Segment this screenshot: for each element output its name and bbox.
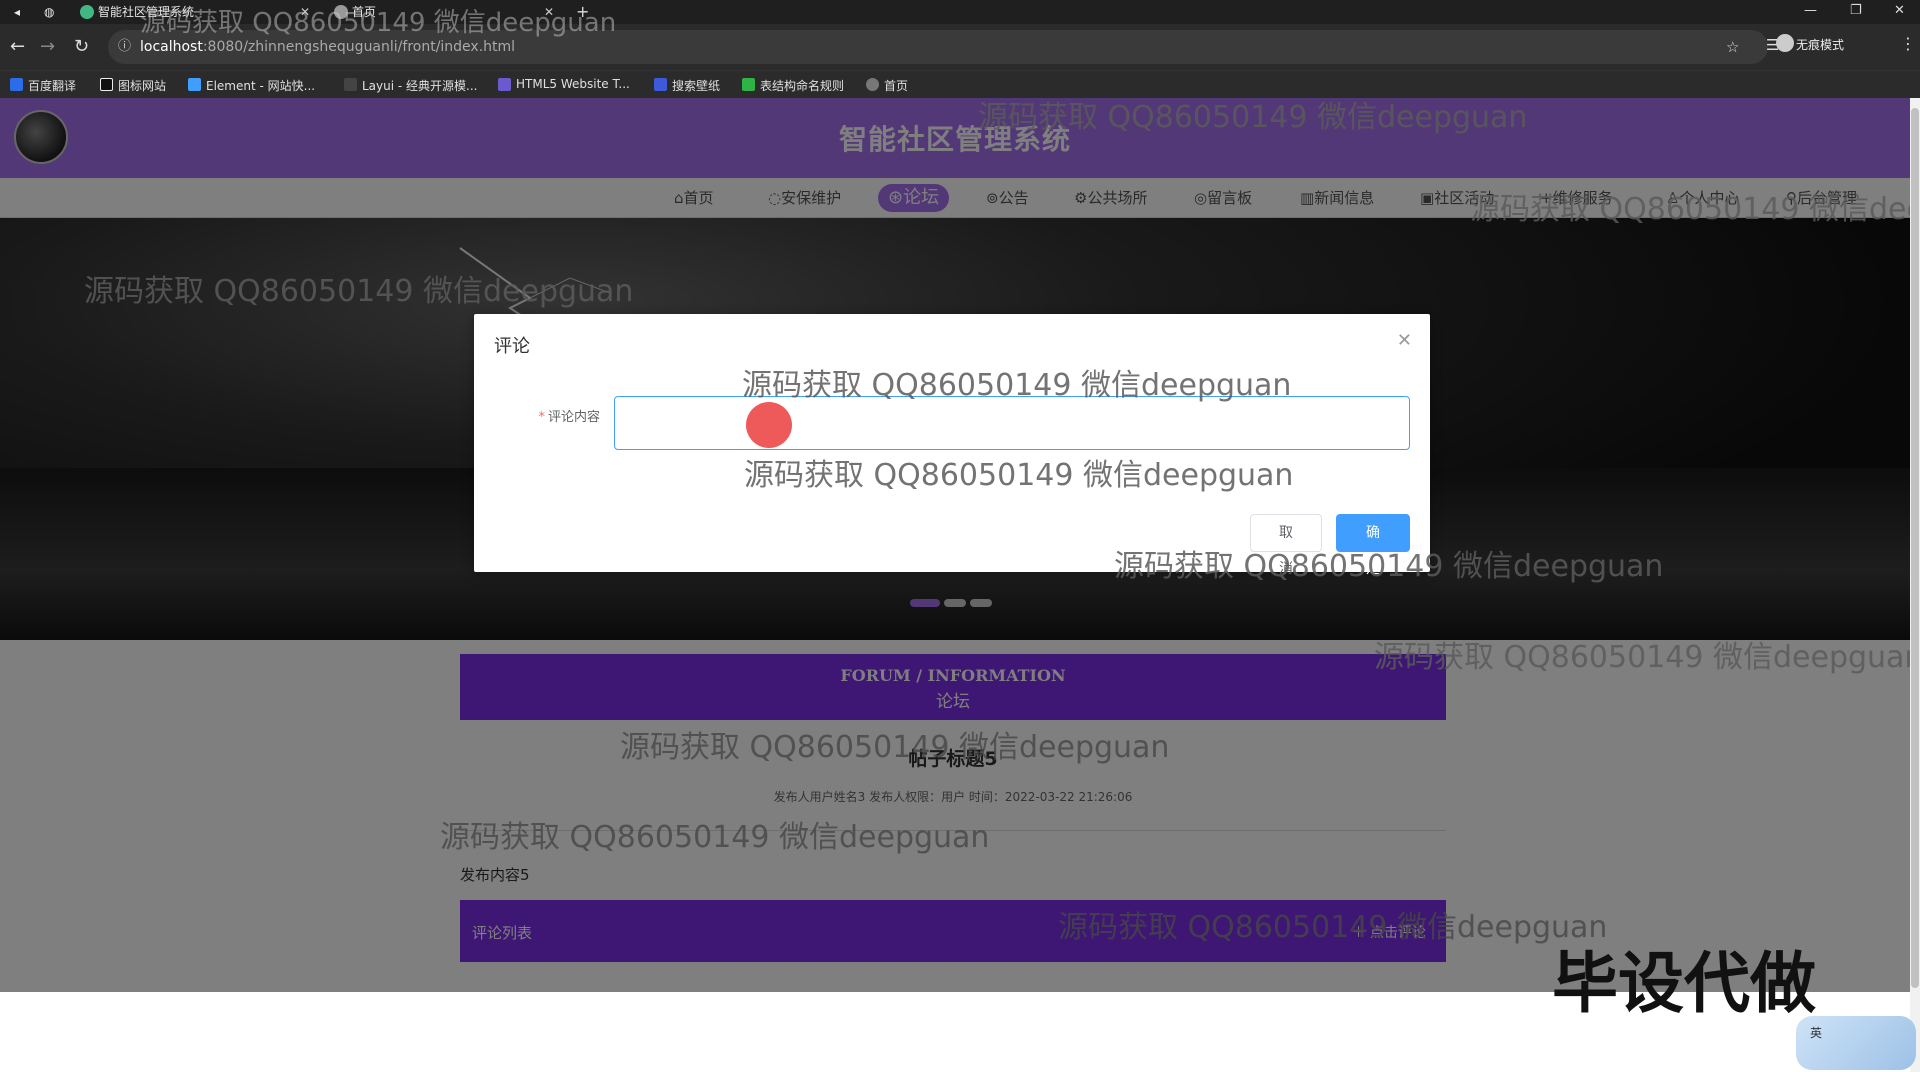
bookmark-item[interactable]: 表结构命名规则 xyxy=(740,77,844,94)
watermark: 源码获取 QQ86050149 微信deepguan xyxy=(742,368,1292,403)
watermark: 源码获取 QQ86050149 微信deepguan xyxy=(440,820,990,855)
comment-field-label: * 评论内容 xyxy=(538,410,600,425)
incognito-label[interactable]: 无痕模式 xyxy=(1796,36,1844,53)
bookmark-item[interactable]: 图标网站 xyxy=(98,77,166,94)
menu-icon[interactable]: ⋮ xyxy=(1900,34,1916,53)
watermark: 源码获取 QQ86050149 微信deepguan xyxy=(978,100,1528,135)
bookmark-item[interactable]: Layui - 经典开源模... xyxy=(342,77,477,94)
watermark: 源码获取 QQ86050149 微信deepguan xyxy=(1058,910,1608,945)
dialog-title: 评论 xyxy=(494,336,530,357)
incognito-icon[interactable] xyxy=(1776,34,1794,52)
click-indicator xyxy=(746,402,792,448)
ime-label: 英 xyxy=(1810,1026,1823,1040)
info-icon[interactable]: ⓘ xyxy=(118,30,131,64)
watermark: 源码获取 QQ86050149 微信deepguan xyxy=(140,8,617,38)
bookmark-item[interactable]: HTML5 Website T... xyxy=(496,77,630,91)
watermark: 源码获取 QQ86050149 微信deepguan xyxy=(1374,640,1910,675)
minimize-icon[interactable]: — xyxy=(1804,0,1817,22)
watermark: 源码获取 QQ86050149 微信deepguan xyxy=(744,458,1294,493)
vue-icon xyxy=(80,5,94,19)
bookmark-item[interactable]: 搜索壁纸 xyxy=(652,77,720,94)
watermark: 源码获取 QQ86050149 微信deepguan xyxy=(84,274,634,309)
back-icon[interactable]: ← xyxy=(10,36,25,57)
scrollbar-thumb[interactable] xyxy=(1911,108,1919,988)
comment-input[interactable] xyxy=(614,396,1410,450)
close-icon[interactable]: ✕ xyxy=(1397,330,1412,351)
audio-icon[interactable]: ◂ xyxy=(14,0,32,24)
globe-icon[interactable]: ◍ xyxy=(44,0,62,24)
forward-icon[interactable]: → xyxy=(40,36,55,57)
ime-widget[interactable]: 英 xyxy=(1796,1016,1916,1070)
star-icon[interactable]: ☆ xyxy=(1726,38,1739,56)
reload-icon[interactable]: ↻ xyxy=(74,36,89,57)
bookmark-item[interactable]: Element - 网站快... xyxy=(186,77,315,94)
url-path: :8080/zhinnengshequguanli/front/index.ht… xyxy=(202,39,516,55)
page-viewport: 智能社区管理系统 ⌂首页 ◌安保维护 ⊛论坛 ⊚公告 ⚙公共场所 ◎留言板 ▥新… xyxy=(0,98,1910,992)
watermark: 源码获取 QQ86050149 微信deepguan xyxy=(1114,549,1664,584)
close-window-icon[interactable]: ✕ xyxy=(1894,0,1905,22)
bookmark-item[interactable]: 百度翻译 xyxy=(8,77,76,94)
comment-dialog: 评论 ✕ * 评论内容 取 消 确 定 xyxy=(474,314,1430,577)
bookmarks-bar: 百度翻译 图标网站 Element - 网站快... Layui - 经典开源模… xyxy=(0,70,1920,98)
watermark: 源码获取 QQ86050149 微信deepguan xyxy=(620,730,1170,765)
restore-icon[interactable]: ❐ xyxy=(1850,0,1862,22)
promo-text: 毕设代做 xyxy=(1552,945,1816,1022)
bookmark-item[interactable]: 首页 xyxy=(864,77,908,94)
url-host: localhost xyxy=(140,39,203,55)
watermark: 源码获取 QQ86050149 微信deepguan xyxy=(1470,192,1910,227)
